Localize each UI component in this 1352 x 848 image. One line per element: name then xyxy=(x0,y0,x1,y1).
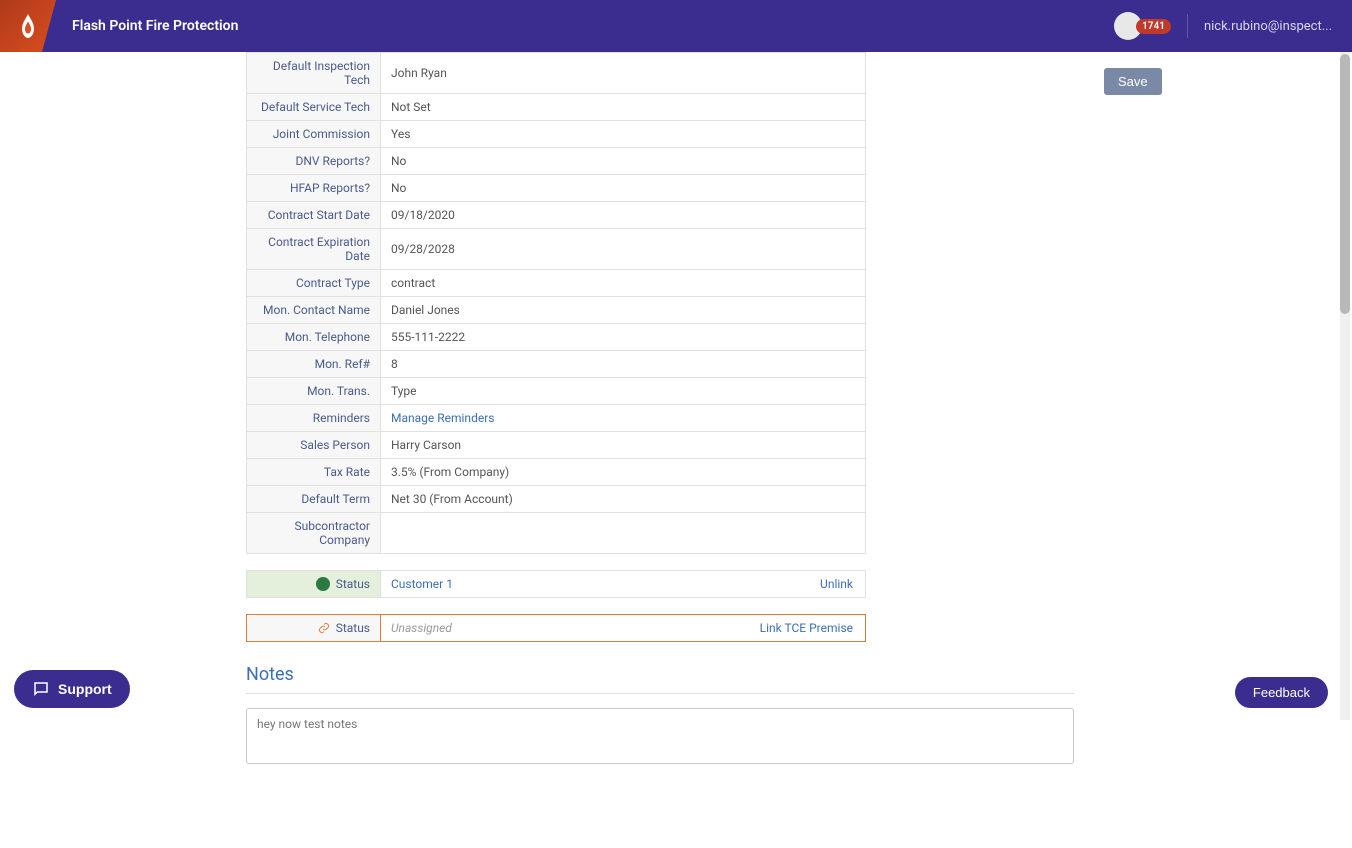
feedback-button[interactable]: Feedback xyxy=(1235,677,1328,708)
chat-icon xyxy=(32,680,50,698)
detail-value: 3.5% (From Company) xyxy=(381,459,866,486)
status-row-premise: Status Unassigned Link TCE Premise xyxy=(246,614,866,642)
detail-row: DNV Reports?No xyxy=(247,148,866,175)
notification-badge: 1741 xyxy=(1136,19,1171,34)
detail-label: HFAP Reports? xyxy=(247,175,381,202)
detail-value: Not Set xyxy=(381,94,866,121)
detail-value: Harry Carson xyxy=(381,432,866,459)
details-table: Default Inspection TechJohn RyanDefault … xyxy=(246,52,866,554)
detail-label: Joint Commission xyxy=(247,121,381,148)
detail-row: Sales PersonHarry Carson xyxy=(247,432,866,459)
detail-row: Mon. Trans.Type xyxy=(247,378,866,405)
detail-value: Net 30 (From Account) xyxy=(381,486,866,513)
detail-row: Mon. Telephone555-111-2222 xyxy=(247,324,866,351)
detail-row: Contract Expiration Date09/28/2028 xyxy=(247,229,866,270)
divider xyxy=(1187,14,1188,38)
detail-label: Contract Type xyxy=(247,270,381,297)
detail-row: Reminders Manage Reminders xyxy=(247,405,866,432)
detail-label: Default Service Tech xyxy=(247,94,381,121)
detail-label: DNV Reports? xyxy=(247,148,381,175)
detail-label: Mon. Ref# xyxy=(247,351,381,378)
detail-value: John Ryan xyxy=(381,53,866,94)
detail-row: Joint CommissionYes xyxy=(247,121,866,148)
detail-value: Daniel Jones xyxy=(381,297,866,324)
detail-label: Tax Rate xyxy=(247,459,381,486)
status-row-customer: Status Customer 1 Unlink xyxy=(246,570,866,598)
detail-row: Default Service TechNot Set xyxy=(247,94,866,121)
detail-label: Subcontractor Company xyxy=(247,513,381,554)
link-premise-action[interactable]: Link TCE Premise xyxy=(760,615,865,641)
header-right: 1741 nick.rubino@inspect... xyxy=(1114,12,1352,40)
notes-title: Notes xyxy=(246,664,1074,685)
detail-label: Contract Expiration Date xyxy=(247,229,381,270)
scrollbar-thumb[interactable] xyxy=(1340,54,1350,314)
flame-icon xyxy=(18,14,38,38)
support-button[interactable]: Support xyxy=(14,670,130,708)
detail-row: Mon. Contact NameDaniel Jones xyxy=(247,297,866,324)
app-header: Flash Point Fire Protection 1741 nick.ru… xyxy=(0,0,1352,52)
status-value-1[interactable]: Customer 1 xyxy=(381,571,820,597)
detail-value: No xyxy=(381,148,866,175)
detail-value xyxy=(381,513,866,554)
link-icon xyxy=(318,622,330,634)
detail-row: Default TermNet 30 (From Account) xyxy=(247,486,866,513)
status-value-2: Unassigned xyxy=(381,615,760,641)
avatar-wrap[interactable]: 1741 xyxy=(1114,12,1171,40)
detail-value: 8 xyxy=(381,351,866,378)
app-name: Flash Point Fire Protection xyxy=(72,18,238,34)
detail-row: Subcontractor Company xyxy=(247,513,866,554)
status-label-1: Status xyxy=(247,571,381,597)
status-label-2: Status xyxy=(247,615,381,641)
qb-icon xyxy=(316,577,330,591)
unlink-action[interactable]: Unlink xyxy=(820,571,865,597)
detail-row: Contract Typecontract xyxy=(247,270,866,297)
detail-value: 09/18/2020 xyxy=(381,202,866,229)
detail-value[interactable]: Manage Reminders xyxy=(381,405,866,432)
detail-value: 09/28/2028 xyxy=(381,229,866,270)
manage-reminders-link[interactable]: Manage Reminders xyxy=(391,411,494,425)
detail-row: Contract Start Date09/18/2020 xyxy=(247,202,866,229)
detail-row: Default Inspection TechJohn Ryan xyxy=(247,53,866,94)
detail-row: Mon. Ref#8 xyxy=(247,351,866,378)
detail-value: 555-111-2222 xyxy=(381,324,866,351)
detail-label: Contract Start Date xyxy=(247,202,381,229)
detail-value: Yes xyxy=(381,121,866,148)
detail-label: Mon. Trans. xyxy=(247,378,381,405)
detail-label: Mon. Contact Name xyxy=(247,297,381,324)
scrollbar-track[interactable] xyxy=(1340,52,1350,720)
detail-row: HFAP Reports?No xyxy=(247,175,866,202)
notes-divider xyxy=(246,693,1074,694)
logo-wedge[interactable] xyxy=(0,0,56,52)
detail-row: Tax Rate3.5% (From Company) xyxy=(247,459,866,486)
detail-label: Mon. Telephone xyxy=(247,324,381,351)
detail-value: Type xyxy=(381,378,866,405)
detail-value: contract xyxy=(381,270,866,297)
save-button[interactable]: Save xyxy=(1104,68,1162,95)
detail-label: Default Inspection Tech xyxy=(247,53,381,94)
detail-label: Sales Person xyxy=(247,432,381,459)
notes-textarea[interactable] xyxy=(246,708,1074,764)
user-email[interactable]: nick.rubino@inspect... xyxy=(1204,19,1332,34)
detail-value: No xyxy=(381,175,866,202)
detail-label: Default Term xyxy=(247,486,381,513)
detail-label: Reminders xyxy=(247,405,381,432)
